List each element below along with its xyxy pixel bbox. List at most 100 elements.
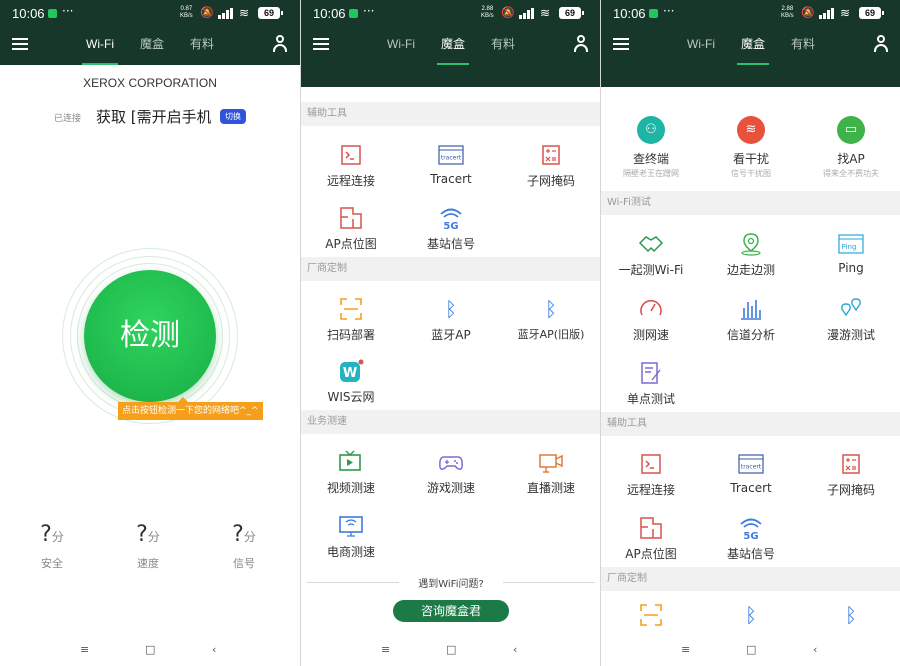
wifi-icon: ≋ (840, 6, 851, 20)
home-icon[interactable]: □ (746, 643, 756, 656)
biz-game[interactable]: 游戏测速 (401, 441, 501, 505)
biz-ecommerce[interactable]: 电商测速 (301, 505, 401, 569)
tool-base-station[interactable]: 5G 基站信号 (701, 507, 801, 571)
tool-ap-map[interactable]: AP点位图 (301, 197, 401, 261)
wifi-single-point[interactable]: 单点测试 (601, 352, 701, 416)
bluetooth-icon: ᛒ (545, 297, 557, 321)
tool-base-station[interactable]: 5G 基站信号 (401, 197, 501, 261)
biz-video[interactable]: 视频测速 (301, 441, 401, 505)
svg-text:5G: 5G (743, 531, 758, 541)
wifi-speedtest[interactable]: 测网速 (601, 288, 701, 352)
top-find-ap[interactable]: ▭ 找AP 得来全不费功夫 (801, 112, 900, 188)
menu-icon[interactable] (313, 38, 329, 51)
header-band (301, 65, 600, 87)
back-icon[interactable]: ‹ (212, 643, 216, 656)
router-icon: ▭ (837, 116, 865, 144)
wifi-channel[interactable]: 信道分析 (701, 288, 801, 352)
status-bar: 10:06 ··· 2.88 KB/s 🔕 ≋ 69 (601, 0, 900, 25)
svg-text:tracert: tracert (741, 464, 762, 471)
status-bar: 10:06 ··· 2.88 KB/s 🔕 ≋ 69 (301, 0, 600, 25)
tool-subnet[interactable]: 子网掩码 (501, 134, 600, 198)
mohe-screen: 10:06 ··· 2.88 KB/s 🔕 ≋ 69 Wi-Fi 魔盒 有料 辅助… (300, 0, 600, 666)
wifi-icon: ≋ (239, 6, 250, 20)
tab-mohe[interactable]: 魔盒 (435, 25, 471, 65)
monitor-icon (339, 516, 363, 537)
switch-button[interactable]: 切换 (220, 109, 246, 124)
top-interference[interactable]: ≋ 看干扰 信号干扰图 (701, 112, 801, 188)
status-bar: 10:06 ··· 0.87 KB/s 🔕 ≋ 69 (0, 0, 300, 25)
user-icon[interactable] (573, 35, 589, 53)
status-more: ··· (62, 4, 74, 18)
wifi-together[interactable]: 一起测Wi-Fi (601, 223, 701, 287)
status-time: 10:06 (613, 6, 646, 21)
calculator-icon (842, 454, 860, 474)
tab-wifi[interactable]: Wi-Fi (681, 25, 721, 65)
recent-apps-icon[interactable]: ≡ (381, 643, 390, 656)
ssid-name: 获取 [需开启手机 (96, 108, 211, 126)
tab-youliao[interactable]: 有料 (485, 25, 521, 65)
tab-wifi[interactable]: Wi-Fi (80, 25, 120, 65)
tab-youliao[interactable]: 有料 (184, 25, 220, 65)
tool-remote[interactable]: 远程连接 (601, 443, 701, 507)
top-terminals[interactable]: ⚇ 查终端 隔壁老王在蹭网 (601, 112, 701, 188)
status-more: ··· (363, 4, 375, 18)
wifi-roaming[interactable]: 漫游测试 (801, 288, 900, 352)
tab-youliao[interactable]: 有料 (785, 25, 821, 65)
user-icon[interactable] (873, 35, 889, 53)
tab-bar: Wi-Fi 魔盒 有料 (80, 25, 220, 65)
tracert-icon: tracert (438, 145, 464, 165)
menu-icon[interactable] (613, 38, 629, 51)
camera-icon (539, 454, 563, 473)
home-icon[interactable]: □ (446, 643, 456, 656)
vendor-bt-ap[interactable]: ᛒ 蓝牙AP (401, 288, 501, 352)
video-icon (339, 450, 361, 471)
vendor-bt-ap[interactable]: ᛒ (701, 594, 801, 634)
tool-ap-map[interactable]: AP点位图 (601, 507, 701, 571)
system-nav-bar: ≡ □ ‹ (601, 634, 900, 666)
section-business: 业务测速 (301, 410, 600, 434)
app-bar: Wi-Fi 魔盒 有料 (601, 25, 900, 65)
scan-icon (340, 298, 362, 320)
vendor-scan[interactable]: 扫码部署 (301, 288, 401, 352)
mute-icon: 🔕 (200, 6, 214, 19)
app-bar: Wi-Fi 魔盒 有料 (0, 25, 300, 65)
system-nav-bar: ≡ □ ‹ (301, 634, 600, 666)
home-icon[interactable]: □ (145, 643, 155, 656)
detect-button[interactable]: 检测 (84, 270, 216, 402)
handshake-icon (638, 236, 664, 253)
recent-apps-icon[interactable]: ≡ (681, 643, 690, 656)
tab-mohe[interactable]: 魔盒 (735, 25, 771, 65)
network-speed: 2.88 KB/s (781, 6, 794, 19)
tab-mohe[interactable]: 魔盒 (134, 25, 170, 65)
bluetooth-icon: ᛒ (745, 603, 757, 627)
tool-tracert[interactable]: tracert Tracert (701, 443, 801, 507)
ping-icon: Ping (838, 234, 864, 254)
status-time: 10:06 (313, 6, 346, 21)
vendor-bt-ap-old[interactable]: ᛒ 蓝牙AP(旧版) (501, 288, 600, 352)
vendor-scan[interactable] (601, 594, 701, 634)
vendor-wis[interactable]: W WIS云网 (301, 350, 401, 414)
wifi-screen: 10:06 ··· 0.87 KB/s 🔕 ≋ 69 Wi-Fi 魔盒 有料 XE… (0, 0, 300, 666)
tab-wifi[interactable]: Wi-Fi (381, 25, 421, 65)
menu-icon[interactable] (12, 38, 28, 51)
back-icon[interactable]: ‹ (813, 643, 817, 656)
floorplan-icon (340, 207, 362, 229)
vendor-bt-ap-old[interactable]: ᛒ (801, 594, 900, 634)
calculator-icon (542, 145, 560, 165)
status-more: ··· (663, 4, 675, 18)
tab-bar: Wi-Fi 魔盒 有料 (681, 25, 821, 65)
bar-chart-icon (741, 300, 761, 320)
back-icon[interactable]: ‹ (513, 643, 517, 656)
tool-remote[interactable]: 远程连接 (301, 134, 401, 198)
battery-icon: 69 (258, 7, 283, 19)
recent-apps-icon[interactable]: ≡ (80, 643, 89, 656)
tool-tracert[interactable]: tracert Tracert (401, 134, 501, 198)
biz-live[interactable]: 直播测速 (501, 441, 600, 505)
consult-button[interactable]: 咨询魔盒君 (393, 600, 509, 622)
user-icon[interactable] (272, 35, 288, 53)
wifi-walk[interactable]: 边走边测 (701, 223, 801, 287)
terminal-icon (641, 454, 661, 474)
wifi-ping[interactable]: Ping Ping (801, 223, 900, 287)
heat-wave-icon: ≋ (737, 116, 765, 144)
tool-subnet[interactable]: 子网掩码 (801, 443, 900, 507)
